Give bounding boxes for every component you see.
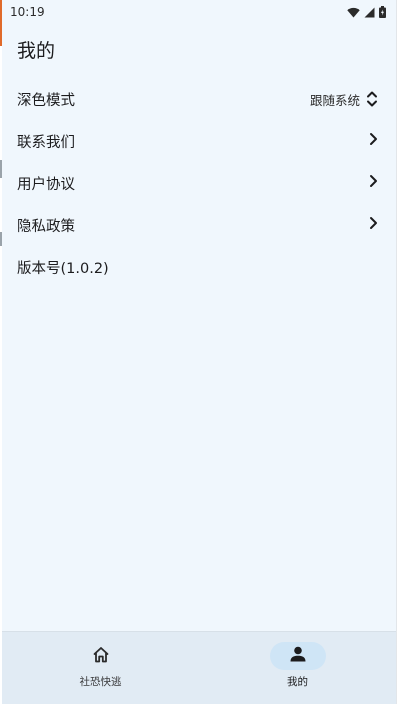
- cell-signal-icon: [364, 7, 375, 18]
- dark-mode-row[interactable]: 深色模式 跟随系统: [2, 78, 396, 120]
- person-icon: [289, 645, 307, 667]
- contact-us-row[interactable]: 联系我们: [2, 120, 396, 162]
- chevron-right-icon: [368, 216, 378, 234]
- user-agreement-label: 用户协议: [17, 176, 75, 193]
- status-bar: 10:19: [2, 0, 396, 24]
- unfold-icon: [366, 90, 378, 108]
- version-label: 版本号(1.0.2): [17, 260, 109, 277]
- bottom-navigation-bar: 社恐快逃 我的: [2, 631, 396, 704]
- chevron-right-icon: [368, 132, 378, 150]
- page-title: 我的: [17, 40, 56, 62]
- privacy-policy-row[interactable]: 隐私政策: [2, 204, 396, 246]
- nav-item-home[interactable]: 社恐快逃: [2, 632, 199, 704]
- settings-list: 深色模式 跟随系统 联系我们 用户协议 隐私政策 版本号(1.0.2): [2, 78, 396, 288]
- wifi-icon: [347, 7, 360, 18]
- contact-us-label: 联系我们: [17, 134, 75, 151]
- user-agreement-row[interactable]: 用户协议: [2, 162, 396, 204]
- nav-label-home: 社恐快逃: [79, 676, 122, 688]
- version-row: 版本号(1.0.2): [2, 246, 396, 288]
- nav-icon-container: [73, 642, 129, 670]
- home-icon: [92, 646, 110, 667]
- nav-active-indicator: [269, 642, 326, 670]
- status-icons: [347, 6, 386, 18]
- nav-item-profile[interactable]: 我的: [199, 632, 396, 704]
- dark-mode-label: 深色模式: [17, 92, 75, 109]
- chevron-right-icon: [368, 174, 378, 192]
- dark-mode-selector[interactable]: 跟随系统: [310, 90, 378, 109]
- app-screen: 10:19 我的 深色模式 跟随系统 联系我们 用户协议 隐私政策 版本号(1.…: [2, 0, 397, 704]
- privacy-policy-label: 隐私政策: [17, 218, 75, 235]
- dark-mode-value: 跟随系统: [309, 92, 360, 108]
- battery-icon: [379, 6, 386, 18]
- status-time: 10:19: [10, 5, 45, 19]
- nav-label-profile: 我的: [287, 676, 308, 688]
